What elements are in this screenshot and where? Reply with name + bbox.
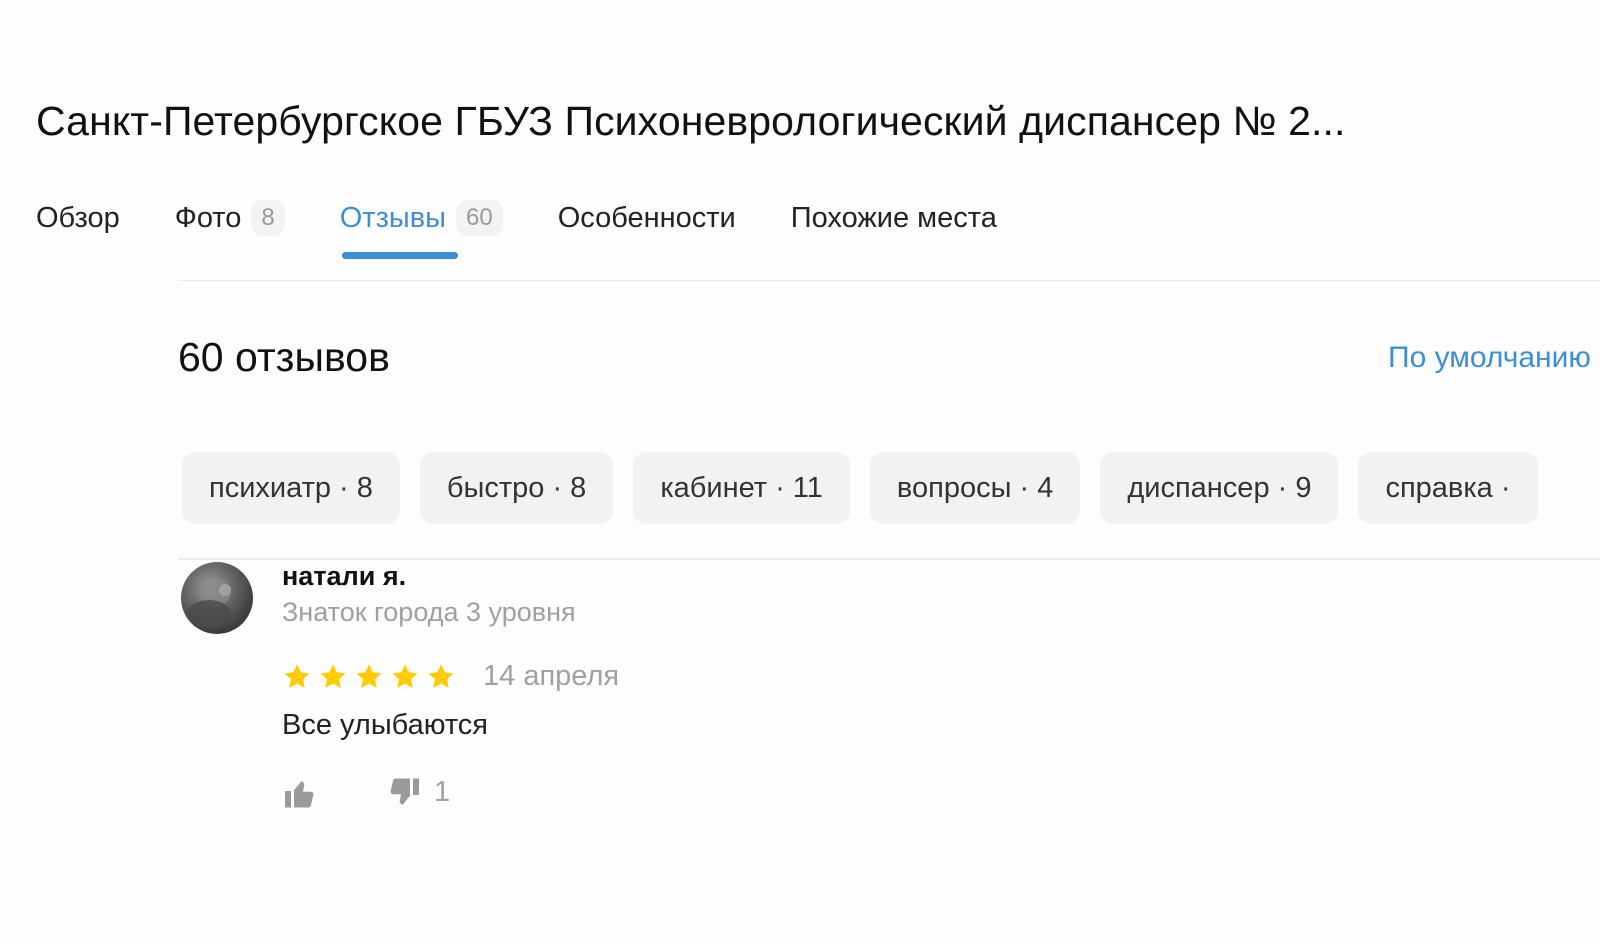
- thumbs-up-icon: [285, 781, 314, 808]
- tab-features-label: Особенности: [557, 201, 736, 234]
- dislike-button[interactable]: 1: [386, 772, 450, 812]
- review-date: 14 апреля: [483, 660, 620, 692]
- tab-overview-label: Обзор: [36, 201, 120, 234]
- like-button[interactable]: [282, 776, 322, 816]
- page-title: Санкт-Петербургское ГБУЗ Психоневрологич…: [36, 98, 1346, 144]
- star-icon: [356, 664, 382, 688]
- tab-reviews-label: Отзывы: [339, 201, 446, 234]
- reviews-count-heading: 60 отзывов: [178, 334, 390, 380]
- dislike-count: 1: [434, 775, 451, 808]
- author-level: Знаток города 3 уровня: [282, 597, 576, 627]
- thumbs-down-icon: [390, 778, 419, 805]
- tab-features[interactable]: Особенности: [558, 196, 736, 240]
- author-name[interactable]: натали я.: [282, 561, 406, 592]
- star-icon: [428, 664, 454, 688]
- avatar-image: [187, 578, 231, 628]
- avatar[interactable]: [181, 562, 253, 634]
- chip-office[interactable]: кабинет · 11: [633, 452, 850, 524]
- chip-questions[interactable]: вопросы · 4: [869, 452, 1081, 524]
- review-text: Все улыбаются: [282, 709, 489, 741]
- review-tag-chips: психиатр · 8 быстро · 8 кабинет · 11 воп…: [182, 452, 1600, 524]
- tab-photos-count: 8: [251, 200, 285, 236]
- tab-overview[interactable]: Обзор: [36, 196, 120, 240]
- chip-dispensary[interactable]: диспансер · 9: [1100, 452, 1339, 524]
- sort-dropdown[interactable]: По умолчанию: [1388, 341, 1591, 375]
- tab-photos[interactable]: Фото 8: [175, 196, 285, 240]
- tab-photos-label: Фото: [174, 201, 242, 234]
- star-icon: [320, 664, 346, 688]
- tab-reviews[interactable]: Отзывы 60: [339, 196, 503, 259]
- tabs-divider: [178, 280, 1600, 281]
- active-tab-indicator: [341, 252, 458, 259]
- chip-fast[interactable]: быстро · 8: [419, 452, 614, 524]
- tab-similar-places[interactable]: Похожие места: [791, 196, 997, 240]
- star-icon: [284, 664, 310, 688]
- tab-similar-places-label: Похожие места: [790, 201, 997, 234]
- chip-certificate[interactable]: справка ·: [1358, 452, 1538, 524]
- star-icon: [392, 664, 418, 688]
- tab-bar: Обзор Фото 8 Отзывы 60 Особенности Похож…: [36, 196, 997, 266]
- chips-divider: [178, 558, 1600, 560]
- chip-psychiatrist[interactable]: психиатр · 8: [182, 452, 400, 524]
- tab-reviews-count: 60: [455, 200, 503, 236]
- star-rating: [282, 662, 456, 692]
